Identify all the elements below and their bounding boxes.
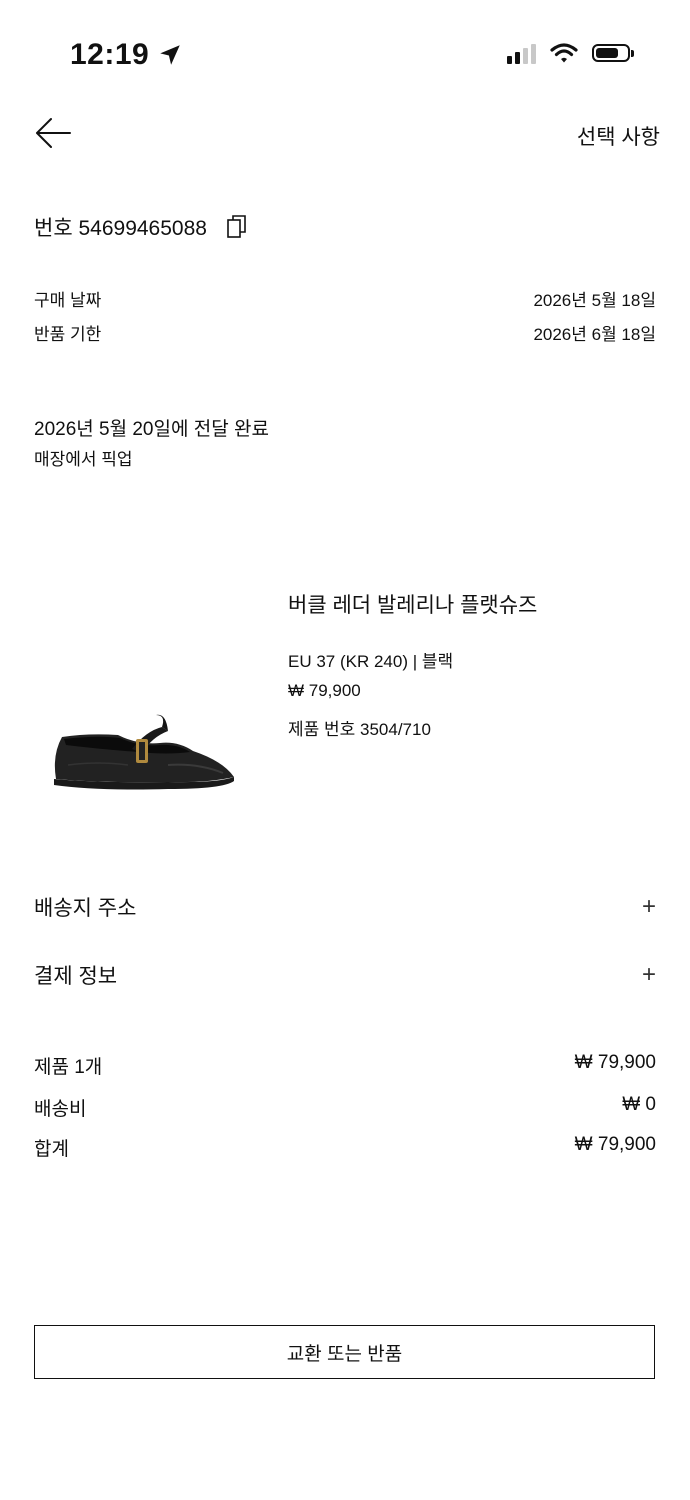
options-button[interactable]: 선택 사항 (577, 121, 660, 151)
copy-icon[interactable] (227, 215, 247, 239)
product-code: 제품 번호 3504/710 (288, 720, 431, 739)
summary-items-row: 제품 1개 ₩ 79,900 (34, 1052, 656, 1079)
summary-total-value: ₩ 79,900 (574, 1134, 656, 1155)
order-number-text: 번호 54699465088 (34, 217, 207, 240)
status-bar-time: 12:19 (70, 38, 183, 72)
summary-shipping-row: 배송비 ₩ 0 (34, 1094, 656, 1121)
shipping-address-toggle[interactable]: 배송지 주소 + (34, 892, 656, 922)
product-name[interactable]: 버클 레더 발레리나 플랫슈즈 (288, 589, 537, 619)
expand-plus-icon[interactable]: + (642, 893, 656, 921)
payment-info-label: 결제 정보 (34, 965, 118, 988)
product-variant: EU 37 (KR 240) | 블랙 (288, 652, 454, 671)
battery-icon (592, 44, 634, 62)
purchase-date-value: 2026년 5월 18일 (533, 291, 656, 310)
expand-plus-icon[interactable]: + (642, 961, 656, 989)
summary-shipping-value: ₩ 0 (622, 1094, 656, 1115)
payment-info-toggle[interactable]: 결제 정보 + (34, 960, 656, 990)
return-deadline-label: 반품 기한 (34, 325, 102, 344)
product-image[interactable] (48, 705, 243, 795)
summary-items-value: ₩ 79,900 (574, 1052, 656, 1073)
summary-shipping-label: 배송비 (34, 1099, 87, 1120)
summary-items-label: 제품 1개 (34, 1057, 103, 1078)
summary-total-label: 합계 (34, 1139, 69, 1160)
exchange-or-return-button[interactable]: 교환 또는 반품 (34, 1325, 655, 1379)
return-deadline-row: 반품 기한 2026년 6월 18일 (34, 320, 656, 345)
delivery-method: 매장에서 픽업 (34, 450, 133, 469)
status-bar-indicators (507, 42, 634, 64)
product-price: ₩ 79,900 (288, 681, 361, 700)
return-deadline-value: 2026년 6월 18일 (533, 325, 656, 344)
delivery-status: 2026년 5월 20일에 전달 완료 (34, 419, 269, 440)
cellular-signal-icon (507, 42, 536, 64)
purchase-date-row: 구매 날짜 2026년 5월 18일 (34, 286, 656, 311)
status-time-text: 12:19 (70, 38, 150, 71)
order-number: 번호 54699465088 (34, 212, 247, 242)
shipping-address-label: 배송지 주소 (34, 897, 137, 920)
back-arrow-icon[interactable] (34, 116, 72, 150)
wifi-icon (550, 43, 578, 63)
location-arrow-icon (160, 45, 180, 65)
summary-total-row: 합계 ₩ 79,900 (34, 1134, 656, 1161)
purchase-date-label: 구매 날짜 (34, 291, 102, 310)
